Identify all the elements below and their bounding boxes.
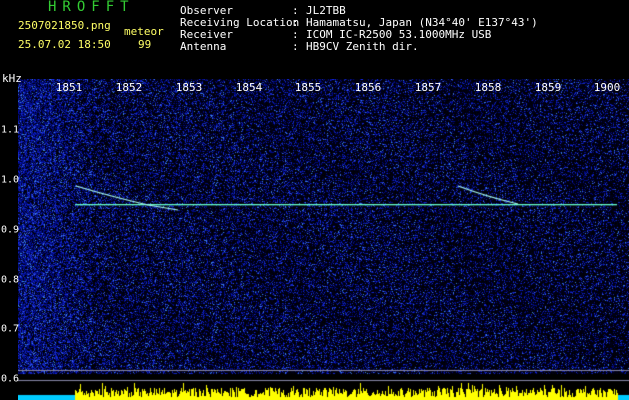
x-tick: 1859 xyxy=(534,81,562,94)
filename-label: 2507021850.png xyxy=(18,19,111,32)
x-tick: 1858 xyxy=(474,81,502,94)
app-title: HROFFT xyxy=(48,0,135,15)
x-tick: 1900 xyxy=(593,81,621,94)
spectrogram-canvas xyxy=(18,79,629,400)
y-axis-unit: kHz xyxy=(2,72,22,85)
datetime-label: 25.07.02 18:50 xyxy=(18,38,111,51)
y-tick: 1.1 xyxy=(1,124,20,136)
info-colons: :::: xyxy=(292,4,299,53)
count-label: 99 xyxy=(138,38,152,51)
x-tick: 1855 xyxy=(294,81,322,94)
y-tick: 0.6 xyxy=(1,373,20,385)
x-tick: 1856 xyxy=(354,81,382,94)
info-values: JL2TBB Hamamatsu, Japan (N34°40' E137°43'… xyxy=(306,5,538,53)
y-tick: 0.8 xyxy=(1,274,20,286)
mode-label: meteor xyxy=(124,25,164,38)
x-tick: 1852 xyxy=(115,81,143,94)
x-tick: 1857 xyxy=(414,81,442,94)
y-tick: 0.9 xyxy=(1,224,20,236)
y-tick: 0.7 xyxy=(1,323,20,335)
antenna-label: Antenna xyxy=(180,40,227,53)
info-labels: Observer Receiving Location Receiver Antenn… xyxy=(180,5,299,53)
x-tick: 1853 xyxy=(175,81,203,94)
y-tick: 1.0 xyxy=(1,174,20,186)
x-tick: 1851 xyxy=(55,81,83,94)
x-tick: 1854 xyxy=(235,81,263,94)
antenna-value: HB9CV Zenith dir. xyxy=(306,40,419,53)
